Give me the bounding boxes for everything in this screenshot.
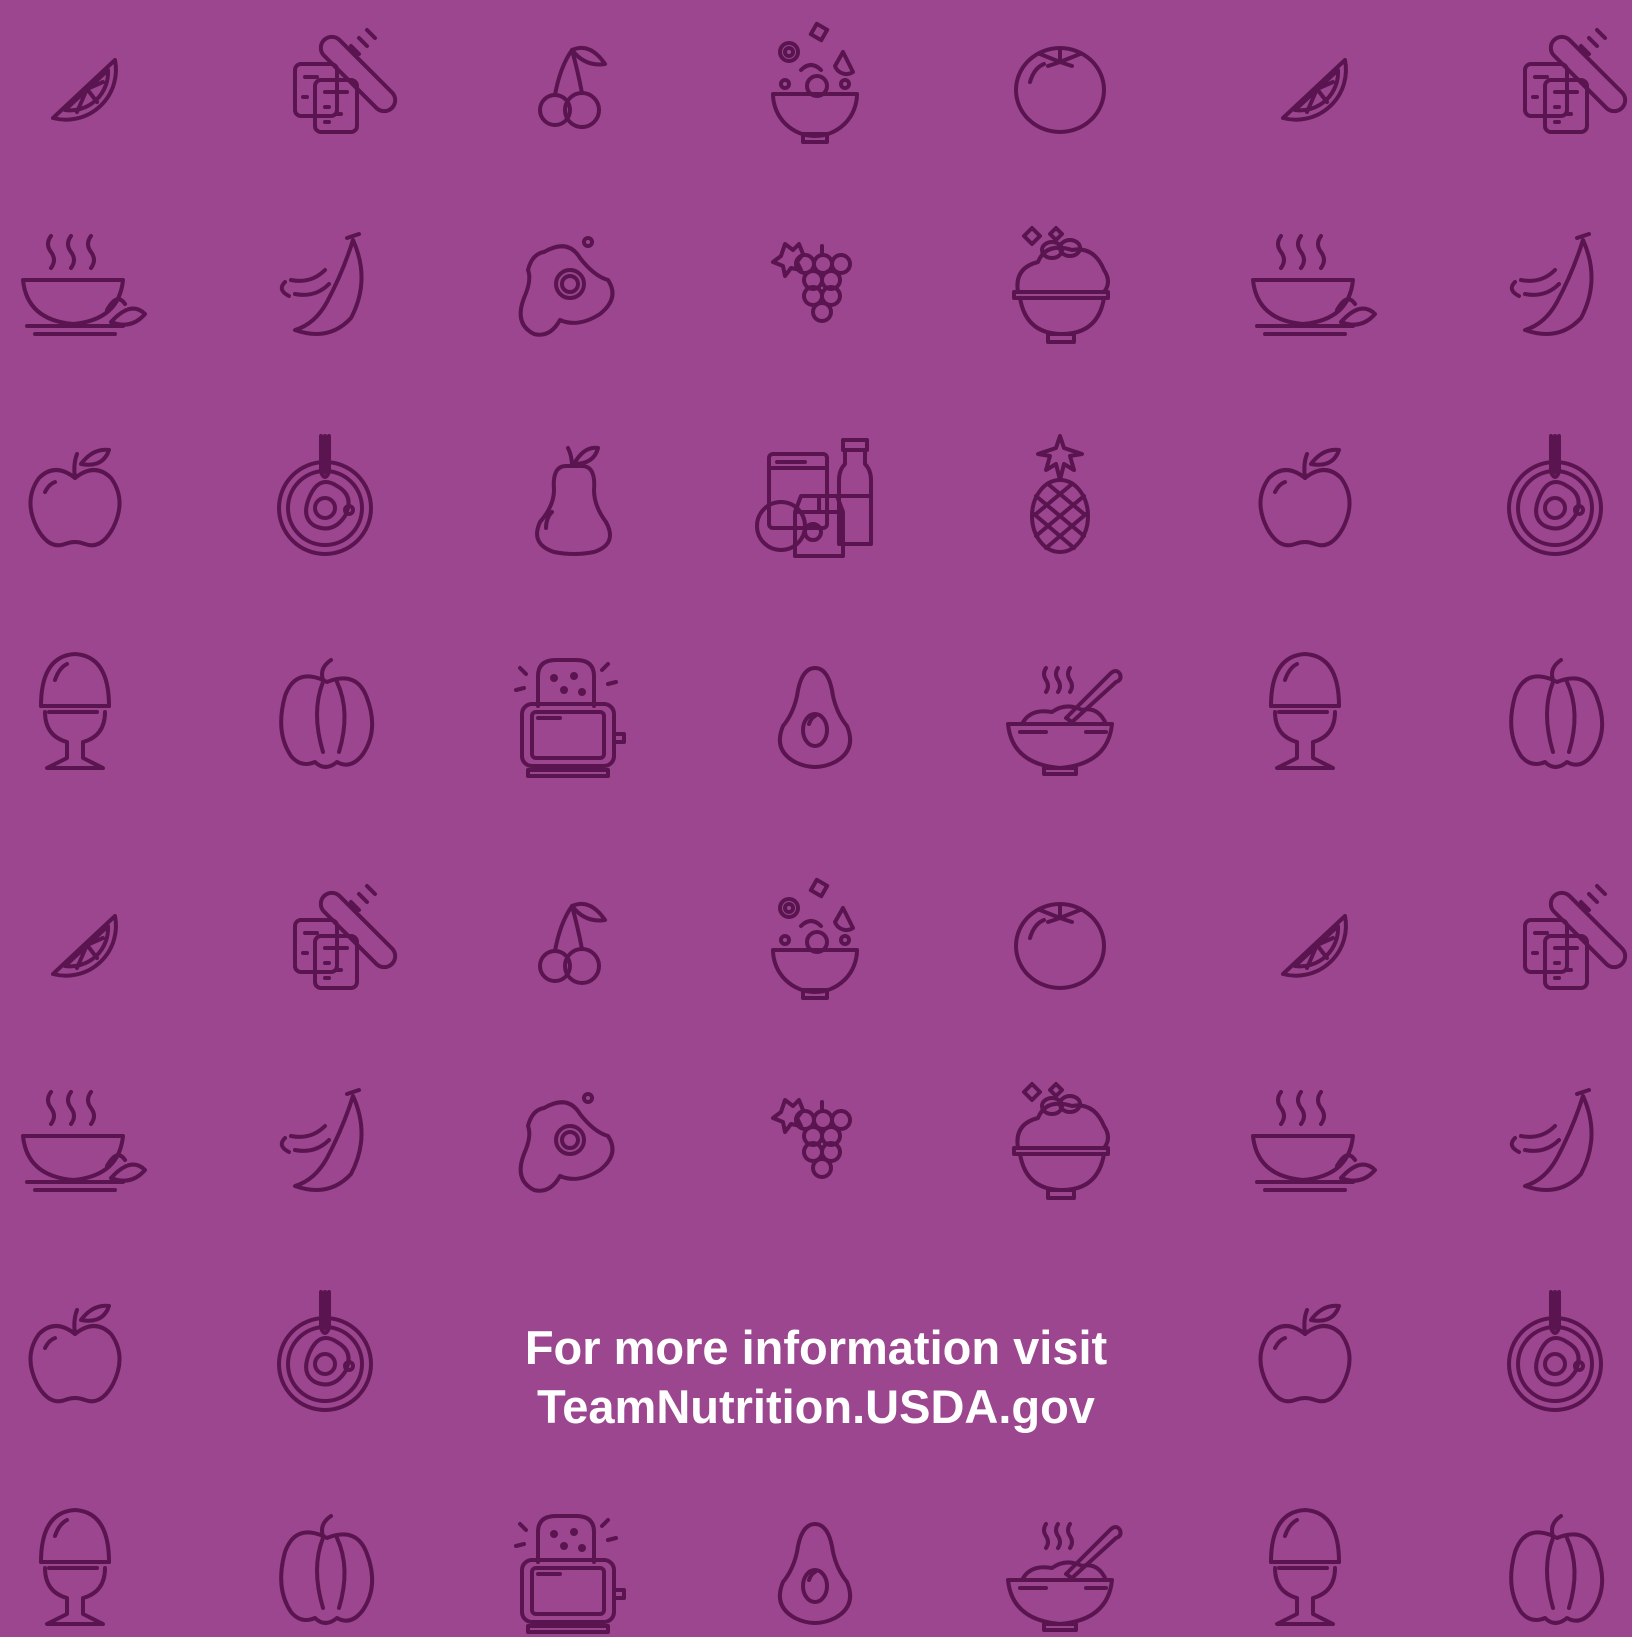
cereal-bowl-icon	[1000, 1506, 1123, 1632]
footer-message: For more information visit TeamNutrition…	[0, 1318, 1632, 1436]
cherries-icon	[510, 878, 630, 998]
tomato-icon	[1000, 878, 1120, 998]
apple-icon	[15, 436, 135, 556]
footer-line-1: For more information visit	[524, 1321, 1108, 1374]
groceries-icon	[755, 436, 875, 558]
orange-slice-icon	[1245, 878, 1365, 998]
apple-icon	[1245, 436, 1365, 556]
bell-pepper-icon	[1495, 1506, 1615, 1626]
bread-icon	[265, 22, 398, 142]
soup-bowl-icon	[15, 222, 147, 342]
grapes-icon	[755, 1078, 875, 1198]
salad-bowl-icon	[755, 21, 875, 144]
soup-bowl-icon	[15, 1078, 147, 1198]
toaster-icon	[510, 1506, 630, 1634]
egg-cup-icon	[1245, 650, 1365, 770]
pear-icon	[510, 436, 630, 556]
egg-cup-icon	[1245, 1506, 1365, 1626]
rice-bowl-icon	[1000, 222, 1120, 344]
bread-icon	[1495, 878, 1628, 998]
orange-slice-icon	[1245, 22, 1365, 142]
bell-pepper-icon	[265, 650, 385, 770]
bell-pepper-icon	[1495, 650, 1615, 770]
avocado-icon	[755, 650, 875, 770]
cereal-bowl-icon	[1000, 650, 1123, 776]
soup-bowl-icon	[1245, 222, 1377, 342]
soup-bowl-icon	[1245, 1078, 1377, 1198]
toaster-icon	[510, 650, 630, 778]
bananas-icon	[1495, 1078, 1615, 1198]
fried-egg-icon	[510, 222, 630, 342]
footer-link-text: TeamNutrition.USDA.gov	[537, 1380, 1095, 1433]
breakfast-plate-icon	[1495, 434, 1615, 556]
egg-cup-icon	[15, 650, 135, 770]
pineapple-icon	[1000, 434, 1120, 556]
bananas-icon	[265, 1078, 385, 1198]
grapes-icon	[755, 222, 875, 342]
cherries-icon	[510, 22, 630, 142]
salad-bowl-icon	[755, 877, 875, 1000]
patterned-background: For more information visit TeamNutrition…	[0, 0, 1632, 1637]
tomato-icon	[1000, 22, 1120, 142]
bread-icon	[265, 878, 398, 998]
orange-slice-icon	[15, 878, 135, 998]
bananas-icon	[1495, 222, 1615, 342]
fried-egg-icon	[510, 1078, 630, 1198]
orange-slice-icon	[15, 22, 135, 142]
rice-bowl-icon	[1000, 1078, 1120, 1200]
bananas-icon	[265, 222, 385, 342]
egg-cup-icon	[15, 1506, 135, 1626]
bread-icon	[1495, 22, 1628, 142]
breakfast-plate-icon	[265, 434, 385, 556]
bell-pepper-icon	[265, 1506, 385, 1626]
avocado-icon	[755, 1506, 875, 1626]
